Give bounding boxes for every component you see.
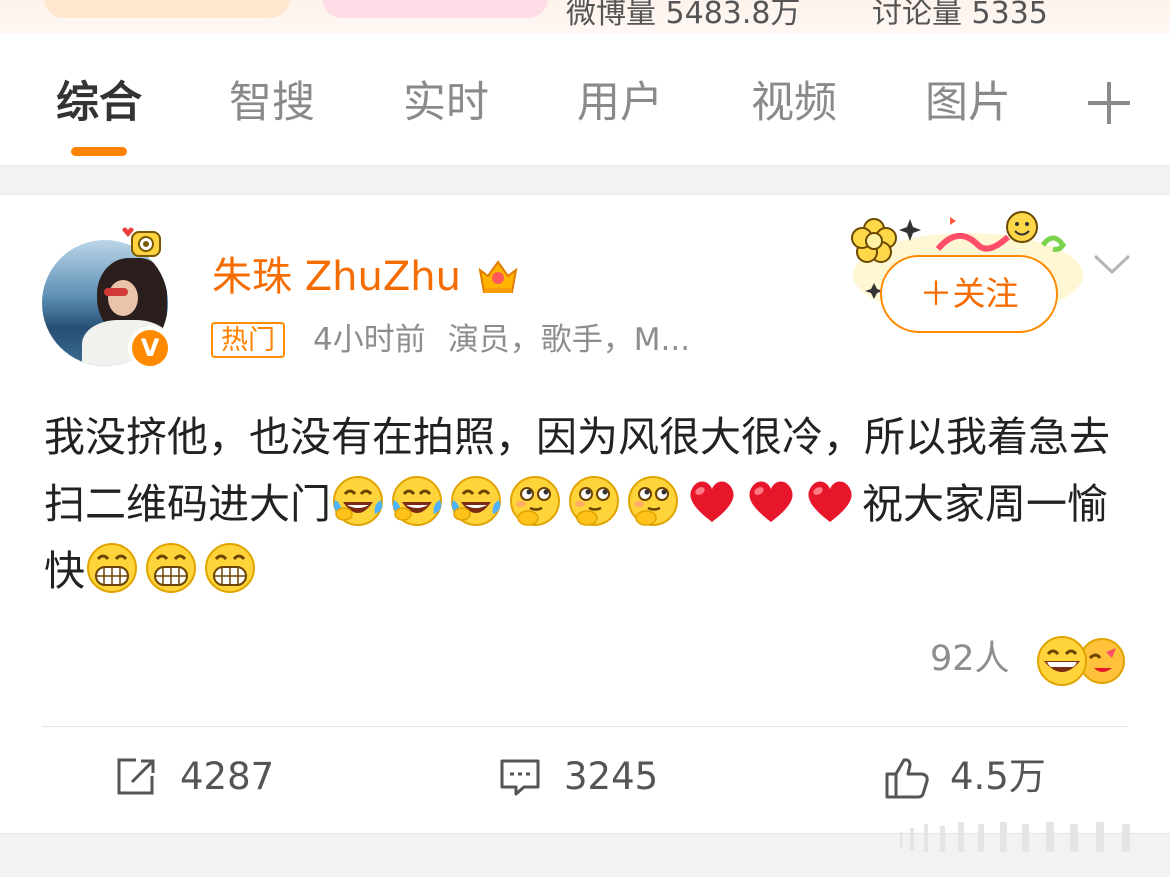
tab-users[interactable]: 用户 — [577, 78, 663, 128]
heart-emoji-icon — [744, 474, 798, 528]
watermark-decoration — [900, 822, 1130, 852]
follow-button[interactable]: ＋关注 — [880, 255, 1058, 333]
like-count: 4.5万 — [950, 755, 1046, 798]
verified-badge-icon: V — [128, 326, 172, 370]
tab-comprehensive[interactable]: 综合 — [56, 78, 142, 128]
grin-emoji-icon — [85, 541, 139, 595]
grin-emoji-icon — [203, 541, 257, 595]
username[interactable]: 朱珠 ZhuZhu — [212, 252, 461, 302]
thinking-emoji-icon — [567, 474, 621, 528]
discussion-volume-stat: 讨论量 5335 — [872, 0, 1048, 31]
heart-emoji-icon — [803, 474, 857, 528]
comment-icon — [500, 759, 540, 796]
comment-count: 3245 — [564, 755, 659, 798]
repost-count: 4287 — [180, 755, 275, 798]
likers-count[interactable]: 92人 — [930, 636, 1010, 682]
section-divider — [0, 165, 1170, 195]
post-volume-stat: 微博量 5483.8万 — [566, 0, 801, 31]
active-tab-indicator — [71, 147, 127, 156]
camera-decoration-icon — [122, 227, 161, 257]
add-tab-icon[interactable] — [1088, 82, 1130, 124]
chevron-down-icon[interactable] — [1092, 252, 1132, 276]
card-divider — [42, 726, 1128, 727]
post-meta: 4小时前 演员，歌手，M... — [313, 320, 690, 360]
tab-smart-search[interactable]: 智搜 — [229, 78, 315, 128]
liker-reaction-icon[interactable] — [1036, 634, 1128, 688]
post-text: 我没挤他，也没有在拍照，因为风很大很冷，所以我着急去扫二维码进大门 祝大家周一愉快 — [44, 404, 1134, 605]
user-description: 演员，歌手，M... — [447, 322, 691, 358]
tab-videos[interactable]: 视频 — [751, 78, 837, 128]
tab-realtime[interactable]: 实时 — [403, 78, 489, 128]
tab-images[interactable]: 图片 — [925, 78, 1011, 128]
grin-emoji-icon — [144, 541, 198, 595]
crown-icon — [478, 260, 518, 293]
thinking-emoji-icon — [508, 474, 562, 528]
hot-badge: 热门 — [211, 322, 285, 358]
top-stats-strip: 微博量 5483.8万 讨论量 5335 — [0, 0, 1170, 34]
heart-emoji-icon — [685, 474, 739, 528]
trend-pill[interactable] — [322, 0, 548, 18]
laugh-cry-emoji-icon — [390, 474, 444, 528]
hot-pill[interactable] — [44, 0, 290, 18]
thinking-emoji-icon — [626, 474, 680, 528]
laugh-cry-emoji-icon — [449, 474, 503, 528]
post-time: 4小时前 — [313, 322, 426, 358]
search-tabs: 综合 智搜 实时 用户 视频 图片 — [0, 34, 1170, 165]
thumbs-up-icon — [885, 758, 929, 799]
laugh-cry-emoji-icon — [331, 474, 385, 528]
repost-icon — [117, 758, 155, 795]
